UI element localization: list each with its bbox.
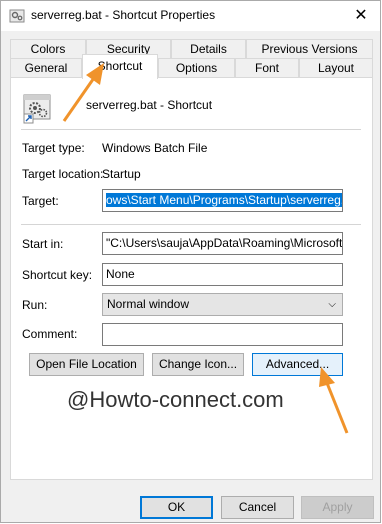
title-bar: serverreg.bat - Shortcut Properties ✕ <box>1 1 380 31</box>
change-icon-button[interactable]: Change Icon... <box>152 353 244 376</box>
start-in-label: Start in: <box>22 237 64 251</box>
target-location-label: Target location: <box>22 167 104 181</box>
run-dropdown[interactable]: Normal window ⌵ <box>102 293 343 316</box>
window-title: serverreg.bat - Shortcut Properties <box>31 8 216 22</box>
tab-details[interactable]: Details <box>171 39 246 58</box>
arrow-icon <box>319 367 349 434</box>
tab-colors[interactable]: Colors <box>10 39 86 58</box>
close-button[interactable]: ✕ <box>350 5 372 27</box>
target-field-text: ows\Start Menu\Programs\Startup\serverre… <box>106 193 342 207</box>
ok-button[interactable]: OK <box>140 496 213 519</box>
comment-label: Comment: <box>22 327 78 341</box>
watermark: @Howto-connect.com <box>67 387 284 412</box>
tab-previous-versions[interactable]: Previous Versions <box>246 39 373 58</box>
target-type-value: Windows Batch File <box>102 141 208 155</box>
start-in-field[interactable]: "C:\Users\sauja\AppData\Roaming\Microsof… <box>102 232 343 255</box>
comment-field[interactable] <box>102 323 343 346</box>
target-location-value: Startup <box>102 167 141 181</box>
cancel-button[interactable]: Cancel <box>221 496 294 519</box>
chevron-down-icon: ⌵ <box>328 299 336 310</box>
open-file-location-button[interactable]: Open File Location <box>29 353 144 376</box>
shortcut-key-field[interactable]: None <box>102 263 343 286</box>
shortcut-key-label: Shortcut key: <box>22 268 93 282</box>
gear-shortcut-icon <box>23 94 51 124</box>
tab-layout[interactable]: Layout <box>299 58 373 77</box>
apply-button: Apply <box>301 496 374 519</box>
target-field[interactable]: ows\Start Menu\Programs\Startup\serverre… <box>102 189 343 212</box>
batch-file-icon <box>9 9 25 23</box>
shortcut-properties-dialog: serverreg.bat - Shortcut Properties ✕ Co… <box>0 0 381 523</box>
tab-options[interactable]: Options <box>158 58 235 77</box>
target-type-label: Target type: <box>22 141 85 155</box>
separator <box>21 129 361 130</box>
arrow-icon <box>62 63 104 122</box>
target-label: Target: <box>22 194 59 208</box>
separator <box>21 224 361 225</box>
run-dropdown-value: Normal window <box>107 297 190 311</box>
tab-font[interactable]: Font <box>235 58 299 77</box>
run-label: Run: <box>22 298 48 312</box>
